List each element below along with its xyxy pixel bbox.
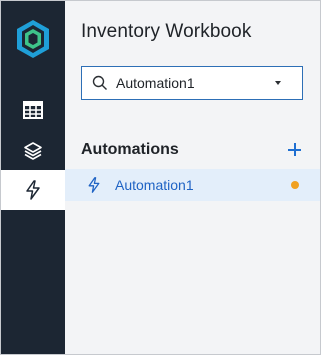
chevron-down-icon[interactable] <box>275 81 281 85</box>
add-automation-button[interactable] <box>287 142 303 158</box>
table-icon <box>23 101 43 119</box>
search-icon <box>92 75 107 90</box>
left-navigation-rail <box>1 1 65 354</box>
search-input[interactable]: Automation1 <box>81 66 303 100</box>
status-badge <box>291 181 299 189</box>
search-value: Automation1 <box>116 75 195 91</box>
automations-section-header: Automations <box>81 140 303 160</box>
main-panel: Inventory Workbook Automation1 Automatio… <box>65 1 320 354</box>
page-title: Inventory Workbook <box>81 21 252 42</box>
layers-icon <box>24 142 42 160</box>
nav-item-tables[interactable] <box>1 90 65 130</box>
app-window: Inventory Workbook Automation1 Automatio… <box>0 0 321 355</box>
list-item[interactable]: Automation1 <box>65 169 320 201</box>
nav-item-automations[interactable] <box>1 170 65 210</box>
lightning-icon <box>26 180 40 200</box>
hexagon-logo-icon <box>17 20 49 58</box>
list-item-label: Automation1 <box>115 177 194 193</box>
section-title: Automations <box>81 141 179 158</box>
lightning-icon <box>88 177 100 193</box>
nav-item-layers[interactable] <box>1 131 65 171</box>
